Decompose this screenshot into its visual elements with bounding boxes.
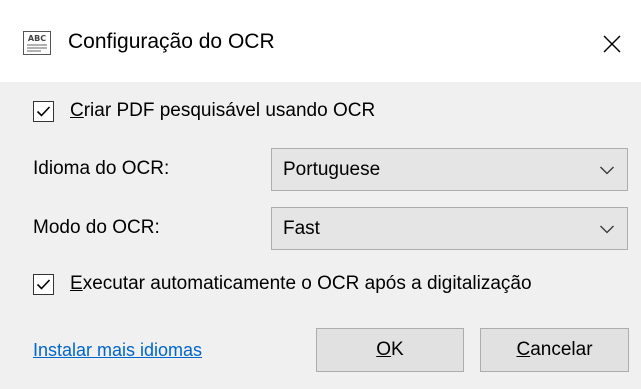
chevron-down-icon [600,166,614,175]
auto-ocr-checkbox[interactable] [33,273,54,295]
close-icon [603,35,621,53]
ocr-mode-select[interactable]: Fast [271,207,628,250]
ocr-mode-value: Fast [283,218,320,239]
searchable-pdf-label: Criar PDF pesquisável usando OCR [70,100,376,121]
searchable-pdf-option[interactable]: Criar PDF pesquisável usando OCR [33,100,375,122]
ocr-settings-dialog: ABC Configuração do OCR Criar PDF pesqui… [0,0,641,389]
ocr-language-select[interactable]: Portuguese [271,148,628,191]
cancel-button[interactable]: Cancelar [480,328,629,372]
dialog-title: Configuração do OCR [68,30,275,53]
searchable-pdf-checkbox[interactable] [33,100,54,122]
ok-button[interactable]: OK [316,328,464,372]
auto-ocr-option[interactable]: Executar automaticamente o OCR após a di… [33,273,532,295]
ocr-mode-label: Modo do OCR: [33,217,160,238]
title-bar: ABC Configuração do OCR [0,0,641,82]
install-languages-link[interactable]: Instalar mais idiomas [33,340,202,361]
ocr-language-value: Portuguese [283,159,381,180]
checkmark-icon [36,278,51,290]
ocr-language-label: Idioma do OCR: [33,158,170,179]
chevron-down-icon [600,225,614,234]
auto-ocr-label: Executar automaticamente o OCR após a di… [70,273,532,294]
close-button[interactable] [592,26,632,62]
svg-text:ABC: ABC [28,34,46,43]
abc-scan-icon: ABC [23,31,51,55]
checkmark-icon [36,105,51,117]
